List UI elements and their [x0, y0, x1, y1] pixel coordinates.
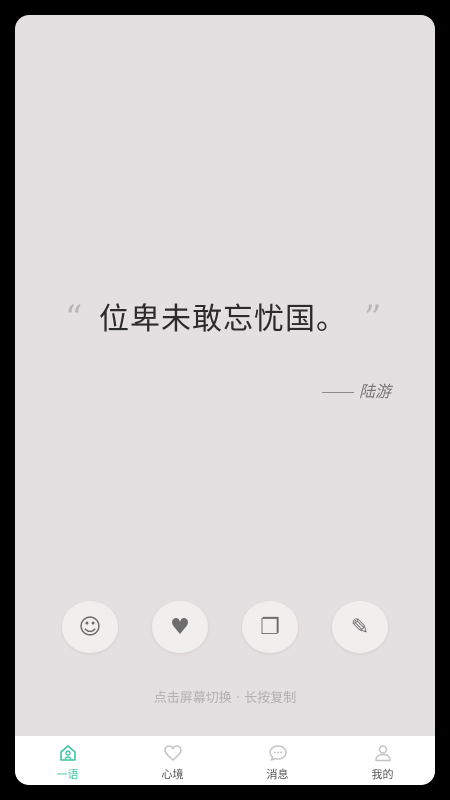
- quote-text[interactable]: 位卑未敢忘忧国。: [99, 301, 347, 339]
- copy-button[interactable]: ❐: [242, 601, 298, 653]
- quote-author: 陆游: [321, 378, 391, 402]
- quote-area[interactable]: “ 位卑未敢忘忧国。 ”: [15, 293, 435, 353]
- heart-icon: ♥: [170, 614, 190, 640]
- smile-icon: ☺: [78, 614, 102, 640]
- open-quote-mark: “: [65, 298, 83, 338]
- author-name: 陆游: [358, 382, 391, 401]
- close-quote-mark: ”: [364, 298, 382, 338]
- quote-screen[interactable]: “ 位卑未敢忘忧国。 ” 陆游 ☺ ♥ ❐ ✎ 点击屏幕切换 · 长按复制 一语: [15, 15, 435, 785]
- tab-label-yiyu: 一语: [56, 767, 79, 781]
- tab-label-xiaoxi: 消息: [266, 767, 289, 781]
- like-button[interactable]: ♥: [152, 601, 208, 653]
- usage-hint: 点击屏幕切换 · 长按复制: [153, 691, 297, 706]
- edit-button[interactable]: ✎: [332, 601, 388, 653]
- tab-label-xinjing: 心境: [161, 767, 184, 781]
- tab-wode[interactable]: 我的: [330, 736, 435, 785]
- home-icon: [59, 744, 76, 761]
- pencil-icon: ✎: [350, 614, 370, 640]
- bottom-tab-bar: 一语 心境 消息 我的: [15, 735, 435, 785]
- heart-outline-icon: [163, 744, 182, 761]
- tab-yiyu[interactable]: 一语: [15, 736, 120, 785]
- action-bar: ☺ ♥ ❐ ✎: [62, 601, 392, 655]
- author-dash: [321, 392, 354, 393]
- tab-xiaoxi[interactable]: 消息: [225, 736, 330, 785]
- message-icon: [268, 744, 287, 761]
- user-icon: [374, 744, 391, 761]
- tab-label-wode: 我的: [371, 767, 394, 781]
- tab-xinjing[interactable]: 心境: [120, 736, 225, 785]
- smile-button[interactable]: ☺: [62, 601, 118, 653]
- copy-icon: ❐: [260, 614, 280, 640]
